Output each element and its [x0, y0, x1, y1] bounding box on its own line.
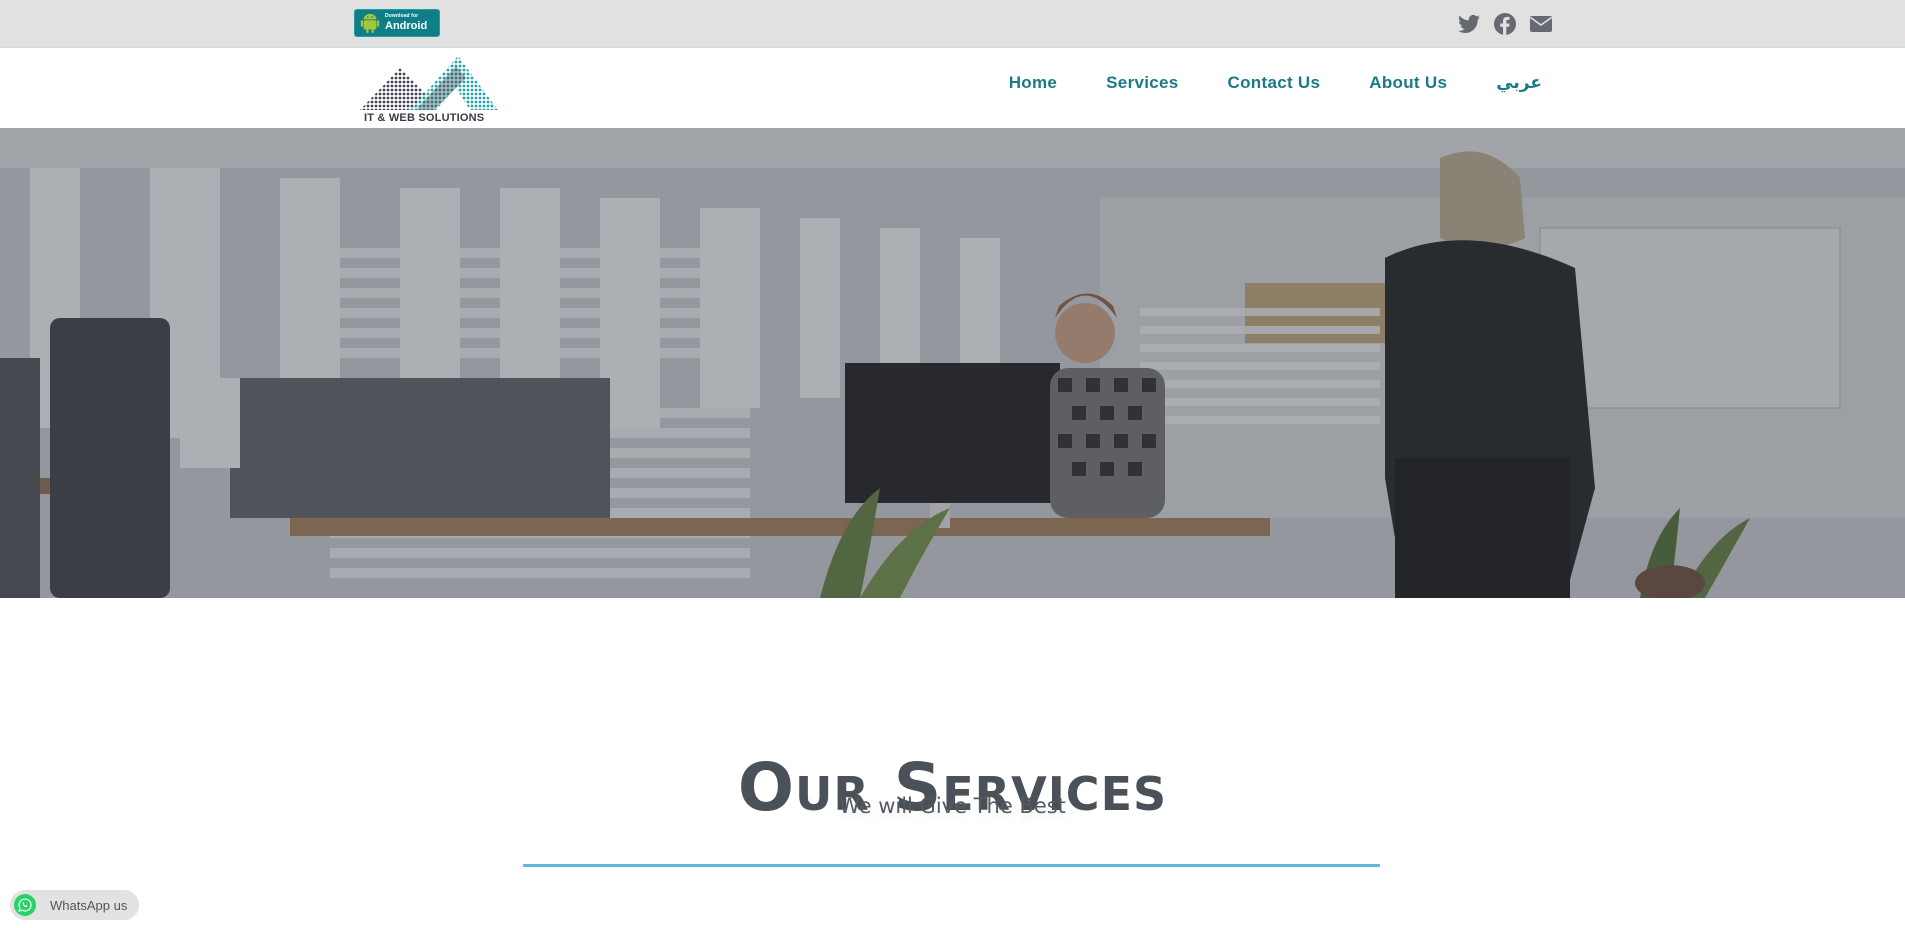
services-subtitle: We will Give The Best — [839, 794, 1066, 818]
android-badge-small-text: Download for — [385, 13, 419, 19]
nav-about-us[interactable]: About Us — [1369, 73, 1447, 93]
nav-arabic-language[interactable]: عربي — [1496, 73, 1542, 93]
hero-overlay — [0, 128, 1905, 598]
main-navbar: IT & WEB SOLUTIONS Home Services Contact… — [0, 48, 1905, 128]
android-badge-big-text: Android — [385, 20, 428, 32]
top-bar: Download for Android — [0, 0, 1905, 48]
nav-menu: Home Services Contact Us About Us عربي — [1009, 73, 1542, 93]
nav-contact-us[interactable]: Contact Us — [1228, 73, 1321, 93]
section-divider — [523, 864, 1380, 867]
envelope-icon[interactable] — [1529, 12, 1553, 36]
hero-banner-image — [0, 128, 1905, 598]
whatsapp-label: WhatsApp us — [50, 897, 128, 913]
nav-home[interactable]: Home — [1009, 73, 1057, 93]
company-logo[interactable]: IT & WEB SOLUTIONS — [358, 52, 500, 126]
android-icon — [359, 12, 381, 34]
logo-text: IT & WEB SOLUTIONS — [364, 112, 485, 124]
whatsapp-button[interactable]: WhatsApp us — [10, 890, 139, 920]
facebook-icon[interactable] — [1493, 12, 1517, 36]
twitter-icon[interactable] — [1457, 12, 1481, 36]
download-android-button[interactable]: Download for Android — [354, 9, 440, 37]
nav-services[interactable]: Services — [1106, 73, 1178, 93]
whatsapp-icon — [14, 894, 36, 916]
social-links — [1457, 12, 1553, 36]
